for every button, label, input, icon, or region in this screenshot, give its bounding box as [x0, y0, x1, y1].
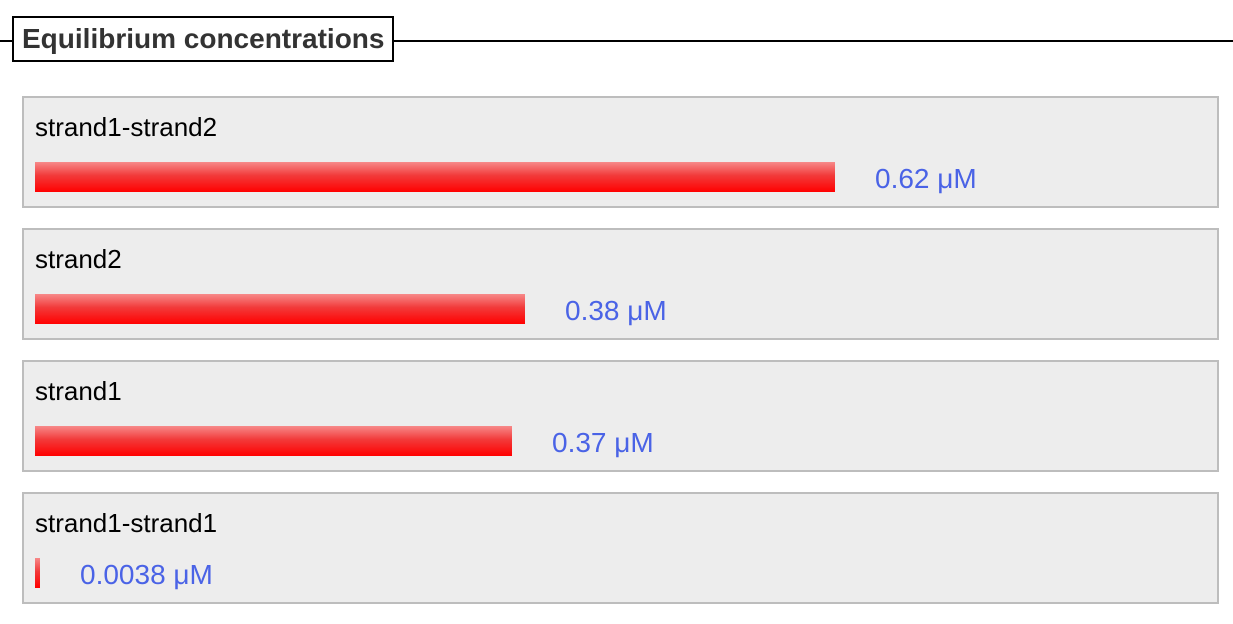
bar-track: 0.62 μM — [35, 162, 1185, 194]
concentration-value: 0.37 μM — [552, 427, 654, 458]
concentration-bar — [35, 426, 512, 456]
concentration-chart: strand1-strand2 0.62 μM strand2 0.38 μM stra… — [22, 96, 1219, 624]
section-title: Equilibrium concentrations — [12, 16, 395, 62]
species-label: strand1-strand2 — [35, 112, 218, 142]
species-row: strand1-strand1 0.0038 μM — [22, 492, 1219, 604]
concentration-bar — [35, 294, 525, 324]
species-label: strand1 — [35, 376, 122, 406]
species-label: strand1-strand1 — [35, 508, 218, 538]
species-row: strand2 0.38 μM — [22, 228, 1219, 340]
concentration-bar — [35, 162, 835, 192]
species-label: strand2 — [35, 244, 122, 274]
concentration-value: 0.38 μM — [565, 295, 667, 326]
bar-track: 0.38 μM — [35, 294, 1185, 326]
concentration-value: 0.62 μM — [875, 163, 977, 194]
species-row: strand1-strand2 0.62 μM — [22, 96, 1219, 208]
bar-track: 0.37 μM — [35, 426, 1185, 458]
concentration-bar — [35, 558, 40, 588]
concentration-value: 0.0038 μM — [80, 559, 213, 590]
species-row: strand1 0.37 μM — [22, 360, 1219, 472]
bar-track: 0.0038 μM — [35, 558, 1185, 590]
